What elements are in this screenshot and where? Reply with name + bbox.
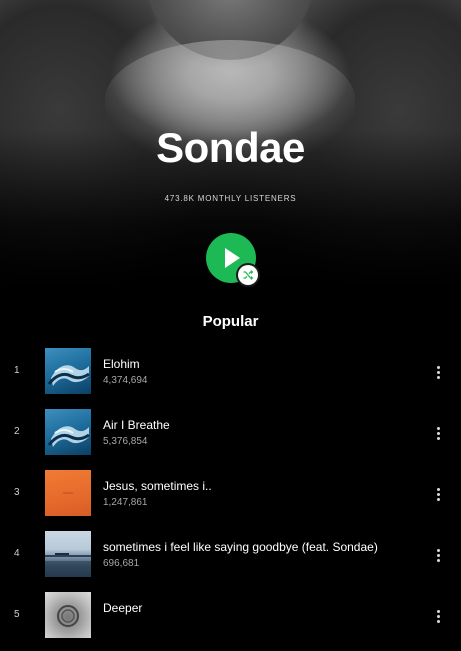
more-options-button[interactable]: [428, 484, 448, 504]
album-art: [45, 470, 91, 516]
track-title: Air I Breathe: [103, 418, 170, 432]
track-row[interactable]: 4 sometimes i feel like saying goodbye (…: [0, 529, 461, 590]
album-art: [45, 409, 91, 455]
album-art: [45, 592, 91, 638]
track-title: sometimes i feel like saying goodbye (fe…: [103, 540, 378, 554]
track-index: 3: [14, 487, 20, 498]
track-play-count: 1,247,861: [103, 497, 148, 508]
monthly-listeners: 473.8K MONTHLY LISTENERS: [164, 194, 297, 203]
more-options-button[interactable]: [428, 545, 448, 565]
track-index: 2: [14, 426, 20, 437]
album-art: [45, 348, 91, 394]
track-row[interactable]: 3 Jesus, sometimes i.. 1,247,861: [0, 468, 461, 529]
popular-heading: Popular: [202, 313, 259, 330]
track-play-count: 696,681: [103, 558, 140, 569]
track-row[interactable]: 2 Air I Breathe 5,376,854: [0, 407, 461, 468]
track-row[interactable]: 5 Deeper: [0, 590, 461, 651]
track-index: 1: [14, 365, 20, 376]
more-options-button[interactable]: [428, 362, 448, 382]
more-options-button[interactable]: [428, 423, 448, 443]
track-play-count: 5,376,854: [103, 436, 148, 447]
track-title: Deeper: [103, 601, 143, 615]
track-index: 4: [14, 548, 20, 559]
track-play-count: 4,374,694: [103, 375, 148, 386]
artist-name: Sondae: [156, 124, 305, 171]
track-index: 5: [14, 609, 20, 620]
track-row[interactable]: 1 Elohim 4,374,694: [0, 346, 461, 407]
more-options-button[interactable]: [428, 606, 448, 626]
track-title: Jesus, sometimes i..: [103, 479, 212, 493]
track-title: Elohim: [103, 357, 140, 371]
shuffle-icon: [243, 270, 254, 280]
play-icon: [225, 248, 240, 268]
popular-track-list: 1 Elohim 4,374,694 2 Air I Breathe 5,376…: [0, 346, 461, 651]
album-art: [45, 531, 91, 577]
shuffle-button[interactable]: [238, 265, 258, 285]
